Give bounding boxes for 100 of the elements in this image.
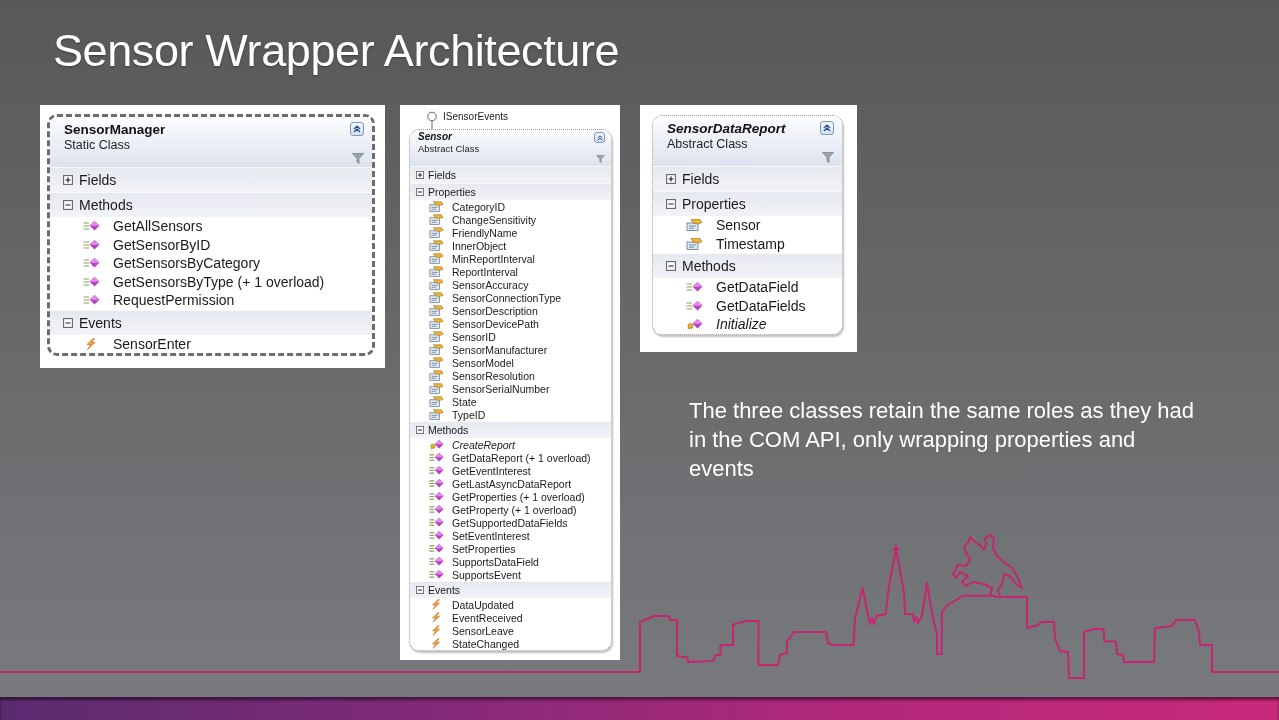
section-header[interactable]: Events (410, 581, 611, 598)
class-member[interactable]: GetSensorsByType (+ 1 overload) (83, 272, 325, 291)
property-icon (429, 357, 444, 368)
class-member[interactable]: SensorAccuracy (429, 278, 529, 291)
class-member[interactable]: SensorSerialNumber (429, 382, 550, 395)
class-member[interactable]: SensorDescription (429, 304, 538, 317)
method-icon (429, 543, 444, 554)
method-icon (429, 491, 444, 502)
method-icon (83, 220, 100, 233)
method-icon (429, 504, 444, 515)
section-header[interactable]: Fields (410, 166, 611, 183)
class-member[interactable]: SensorLeave (429, 624, 514, 637)
class-member[interactable]: SensorManufacturer (429, 343, 548, 356)
class-member[interactable]: SetProperties (429, 542, 516, 555)
filter-icon[interactable] (352, 153, 364, 164)
slide-title: Sensor Wrapper Architecture (53, 24, 620, 78)
section-header[interactable]: Methods (653, 253, 842, 278)
double-chevron-up-icon (353, 125, 361, 133)
class-member[interactable]: SupportsEvent (429, 568, 521, 581)
class-stereotype: Abstract Class (667, 137, 748, 152)
class-member[interactable]: SetEventInterest (429, 529, 530, 542)
class-member[interactable]: GetSensorByID (83, 235, 211, 254)
property-icon (429, 214, 444, 225)
property-icon (429, 292, 444, 303)
method-icon (83, 275, 100, 288)
collapse-button[interactable] (350, 122, 364, 136)
class-member[interactable]: GetAllSensors (83, 217, 203, 236)
protected-method-icon (686, 318, 703, 331)
class-member[interactable]: ReportInterval (429, 265, 518, 278)
method-icon (429, 556, 444, 567)
class-member[interactable]: SensorID (429, 330, 496, 343)
property-icon (429, 383, 444, 394)
method-icon (429, 530, 444, 541)
method-icon (429, 465, 444, 476)
property-icon (429, 331, 444, 342)
property-icon (429, 279, 444, 290)
class-member[interactable]: RequestPermission (83, 291, 235, 310)
class-member[interactable]: TypeID (429, 408, 486, 421)
class-member[interactable]: State (429, 395, 477, 408)
class-member[interactable]: DataUpdated (429, 598, 514, 611)
section-header[interactable]: Fields (653, 166, 842, 191)
property-icon (429, 240, 444, 251)
property-icon (429, 201, 444, 212)
double-chevron-up-icon (596, 134, 603, 141)
protected-method-icon (429, 439, 444, 450)
section-header[interactable]: Methods (50, 192, 372, 217)
class-member[interactable]: GetDataFields (686, 296, 806, 315)
class-member[interactable]: StateChanged (429, 637, 520, 650)
section-header[interactable]: Methods (410, 421, 611, 438)
class-member[interactable]: FriendlyName (429, 226, 518, 239)
property-icon (429, 370, 444, 381)
method-icon (686, 299, 703, 312)
property-icon (429, 344, 444, 355)
class-member[interactable]: SensorModel (429, 356, 514, 369)
class-member[interactable]: Timestamp (686, 234, 785, 253)
class-member[interactable]: EventReceived (429, 611, 523, 624)
class-member[interactable]: MinReportInterval (429, 252, 535, 265)
class-member[interactable]: GetSupportedDataFields (429, 516, 568, 529)
class-member[interactable]: SensorConnectionType (429, 291, 562, 304)
property-icon (429, 266, 444, 277)
class-member[interactable]: SensorResolution (429, 369, 535, 382)
class-stereotype: Static Class (64, 138, 130, 153)
property-icon (429, 396, 444, 407)
class-member[interactable]: GetLastAsyncDataReport (429, 477, 572, 490)
class-member[interactable]: ChangeSensitivity (429, 213, 537, 226)
class-member[interactable]: GetProperties (+ 1 overload) (429, 490, 585, 503)
class-member[interactable]: GetSensorsByCategory (83, 254, 261, 273)
double-chevron-up-icon (823, 124, 831, 132)
class-card[interactable]: SensorDataReport Abstract Class Fields Properties Sensor Timestamp Methods GetDataField GetDataFields Initialize (652, 115, 843, 335)
property-icon (686, 237, 703, 250)
class-member[interactable]: GetDataField (686, 278, 799, 297)
class-member[interactable]: InnerObject (429, 239, 507, 252)
class-name: SensorManager (64, 121, 166, 138)
class-member[interactable]: CategoryID (429, 200, 506, 213)
class-member[interactable]: SupportsDataField (429, 555, 539, 568)
class-card[interactable]: SensorManager Static Class Fields Methods GetAllSensors GetSensorByID GetSensorsByCategory GetSensorsByType (+ 1 overload) RequestPermission Events SensorEnter (47, 114, 375, 356)
collapse-button[interactable] (820, 121, 834, 135)
caption-text: The three classes retain the same roles as they had in the COM API, only wrapping properties and events (689, 396, 1196, 483)
method-icon (686, 281, 703, 294)
class-name: Sensor (418, 131, 452, 143)
section-header[interactable]: Events (50, 309, 372, 335)
class-member[interactable]: GetDataReport (+ 1 overload) (429, 451, 591, 464)
property-icon (429, 253, 444, 264)
method-icon (429, 478, 444, 489)
class-stereotype: Abstract Class (418, 143, 480, 155)
class-member[interactable]: Sensor (686, 216, 761, 235)
class-member[interactable]: CreateReport (429, 438, 516, 451)
class-member[interactable]: SensorEnter (83, 334, 191, 353)
class-member[interactable]: GetEventInterest (429, 464, 531, 477)
class-member[interactable]: GetProperty (+ 1 overload) (429, 503, 577, 516)
collapse-button[interactable] (594, 132, 605, 143)
class-member[interactable]: Initialize (686, 315, 767, 334)
interface-name: ISensorEvents (443, 111, 509, 123)
class-member[interactable]: SensorDevicePath (429, 317, 539, 330)
section-header[interactable]: Properties (410, 183, 611, 200)
class-name: SensorDataReport (667, 120, 786, 137)
section-header[interactable]: Fields (50, 167, 372, 192)
method-icon (429, 517, 444, 528)
filter-icon[interactable] (822, 152, 834, 163)
section-header[interactable]: Properties (653, 191, 842, 216)
